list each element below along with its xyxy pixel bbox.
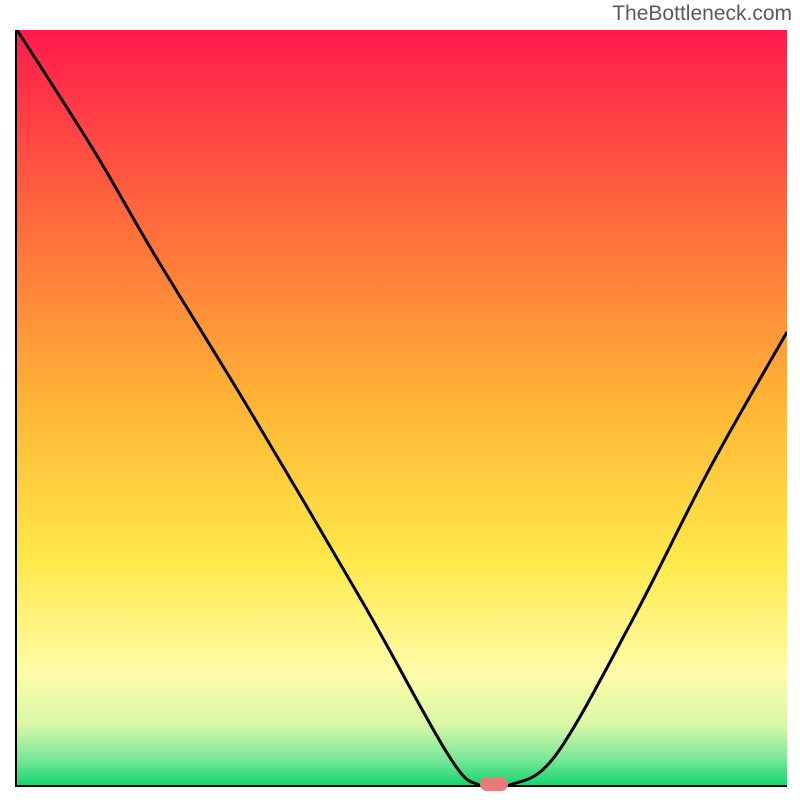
optimal-point-marker bbox=[480, 777, 508, 791]
watermark-text: TheBottleneck.com bbox=[612, 2, 792, 26]
chart-container: TheBottleneck.com bbox=[0, 0, 800, 800]
plot-area bbox=[15, 30, 787, 787]
bottleneck-curve bbox=[17, 30, 787, 785]
